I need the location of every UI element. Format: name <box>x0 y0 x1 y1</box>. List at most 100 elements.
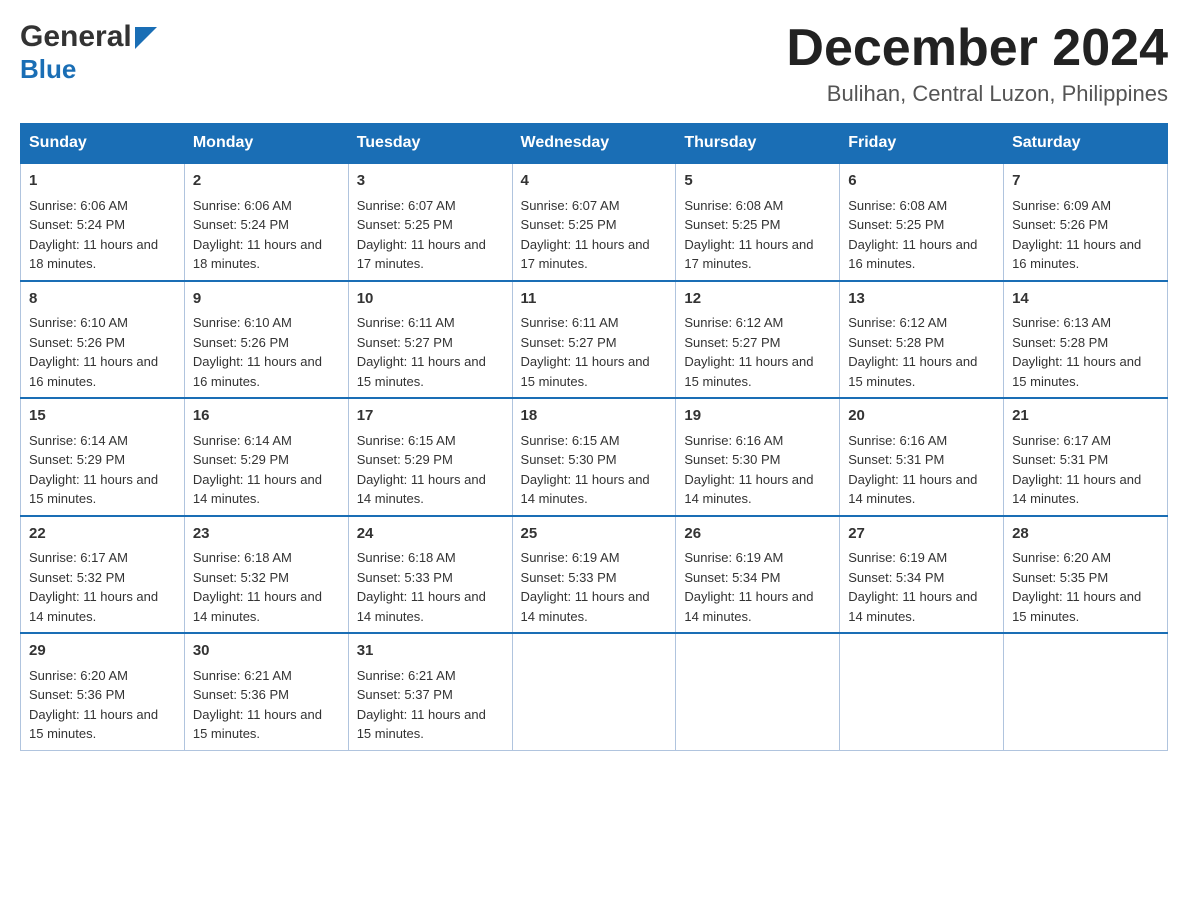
sunrise-text: Sunrise: 6:21 AM <box>357 668 456 683</box>
sunset-text: Sunset: 5:26 PM <box>29 335 125 350</box>
day-number: 31 <box>357 640 504 663</box>
calendar-cell: 26Sunrise: 6:19 AMSunset: 5:34 PMDayligh… <box>676 516 840 634</box>
logo: General Blue <box>20 20 157 85</box>
day-number: 29 <box>29 640 176 663</box>
day-number: 16 <box>193 405 340 428</box>
calendar-cell: 10Sunrise: 6:11 AMSunset: 5:27 PMDayligh… <box>348 281 512 399</box>
day-number: 20 <box>848 405 995 428</box>
column-header-tuesday: Tuesday <box>348 124 512 164</box>
sunrise-text: Sunrise: 6:13 AM <box>1012 315 1111 330</box>
sunrise-text: Sunrise: 6:19 AM <box>848 550 947 565</box>
week-row-3: 15Sunrise: 6:14 AMSunset: 5:29 PMDayligh… <box>21 398 1168 516</box>
calendar-cell <box>840 633 1004 750</box>
calendar-header: SundayMondayTuesdayWednesdayThursdayFrid… <box>21 124 1168 164</box>
sunset-text: Sunset: 5:30 PM <box>684 452 780 467</box>
calendar-cell: 20Sunrise: 6:16 AMSunset: 5:31 PMDayligh… <box>840 398 1004 516</box>
day-number: 6 <box>848 170 995 193</box>
sunset-text: Sunset: 5:25 PM <box>848 217 944 232</box>
calendar-cell <box>676 633 840 750</box>
sunrise-text: Sunrise: 6:21 AM <box>193 668 292 683</box>
daylight-text: Daylight: 11 hours and 18 minutes. <box>193 237 322 272</box>
sunrise-text: Sunrise: 6:15 AM <box>521 433 620 448</box>
sunset-text: Sunset: 5:36 PM <box>193 687 289 702</box>
sunrise-text: Sunrise: 6:11 AM <box>521 315 619 330</box>
logo-general-text: General <box>20 20 132 54</box>
sunset-text: Sunset: 5:26 PM <box>193 335 289 350</box>
column-header-thursday: Thursday <box>676 124 840 164</box>
calendar-cell: 1Sunrise: 6:06 AMSunset: 5:24 PMDaylight… <box>21 163 185 281</box>
sunset-text: Sunset: 5:35 PM <box>1012 570 1108 585</box>
day-number: 28 <box>1012 523 1159 546</box>
calendar-cell: 13Sunrise: 6:12 AMSunset: 5:28 PMDayligh… <box>840 281 1004 399</box>
sunrise-text: Sunrise: 6:08 AM <box>848 198 947 213</box>
calendar-cell: 7Sunrise: 6:09 AMSunset: 5:26 PMDaylight… <box>1004 163 1168 281</box>
day-number: 22 <box>29 523 176 546</box>
daylight-text: Daylight: 11 hours and 14 minutes. <box>1012 472 1141 507</box>
calendar-cell: 11Sunrise: 6:11 AMSunset: 5:27 PMDayligh… <box>512 281 676 399</box>
calendar-cell: 16Sunrise: 6:14 AMSunset: 5:29 PMDayligh… <box>184 398 348 516</box>
calendar-body: 1Sunrise: 6:06 AMSunset: 5:24 PMDaylight… <box>21 163 1168 750</box>
sunset-text: Sunset: 5:27 PM <box>357 335 453 350</box>
column-header-sunday: Sunday <box>21 124 185 164</box>
location-title: Bulihan, Central Luzon, Philippines <box>786 81 1168 107</box>
calendar-cell: 31 Sunrise: 6:21 AM Sunset: 5:37 PM Dayligh… <box>348 633 512 750</box>
sunrise-text: Sunrise: 6:20 AM <box>29 668 128 683</box>
sunset-text: Sunset: 5:24 PM <box>193 217 289 232</box>
calendar-cell: 6Sunrise: 6:08 AMSunset: 5:25 PMDaylight… <box>840 163 1004 281</box>
sunset-text: Sunset: 5:27 PM <box>684 335 780 350</box>
sunrise-text: Sunrise: 6:16 AM <box>684 433 783 448</box>
daylight-text: Daylight: 11 hours and 17 minutes. <box>684 237 813 272</box>
day-number: 4 <box>521 170 668 193</box>
logo-triangle-icon <box>135 27 157 49</box>
sunset-text: Sunset: 5:25 PM <box>521 217 617 232</box>
daylight-text: Daylight: 11 hours and 15 minutes. <box>193 707 322 742</box>
daylight-text: Daylight: 11 hours and 15 minutes. <box>29 472 158 507</box>
sunrise-text: Sunrise: 6:06 AM <box>29 198 128 213</box>
calendar-cell <box>1004 633 1168 750</box>
day-number: 17 <box>357 405 504 428</box>
calendar-cell: 21Sunrise: 6:17 AMSunset: 5:31 PMDayligh… <box>1004 398 1168 516</box>
daylight-text: Daylight: 11 hours and 16 minutes. <box>193 354 322 389</box>
column-header-friday: Friday <box>840 124 1004 164</box>
day-number: 30 <box>193 640 340 663</box>
day-number: 11 <box>521 288 668 311</box>
sunset-text: Sunset: 5:37 PM <box>357 687 453 702</box>
sunrise-text: Sunrise: 6:16 AM <box>848 433 947 448</box>
sunset-text: Sunset: 5:31 PM <box>848 452 944 467</box>
daylight-text: Daylight: 11 hours and 14 minutes. <box>848 589 977 624</box>
calendar-cell <box>512 633 676 750</box>
week-row-5: 29 Sunrise: 6:20 AM Sunset: 5:36 PM Dayligh… <box>21 633 1168 750</box>
day-number: 10 <box>357 288 504 311</box>
daylight-text: Daylight: 11 hours and 14 minutes. <box>357 589 486 624</box>
day-number: 7 <box>1012 170 1159 193</box>
calendar-cell: 15Sunrise: 6:14 AMSunset: 5:29 PMDayligh… <box>21 398 185 516</box>
column-header-wednesday: Wednesday <box>512 124 676 164</box>
daylight-text: Daylight: 11 hours and 15 minutes. <box>357 707 486 742</box>
daylight-text: Daylight: 11 hours and 14 minutes. <box>521 472 650 507</box>
column-header-saturday: Saturday <box>1004 124 1168 164</box>
day-number: 18 <box>521 405 668 428</box>
daylight-text: Daylight: 11 hours and 15 minutes. <box>684 354 813 389</box>
calendar-cell: 9Sunrise: 6:10 AMSunset: 5:26 PMDaylight… <box>184 281 348 399</box>
sunset-text: Sunset: 5:29 PM <box>357 452 453 467</box>
calendar-cell: 18Sunrise: 6:15 AMSunset: 5:30 PMDayligh… <box>512 398 676 516</box>
day-number: 19 <box>684 405 831 428</box>
daylight-text: Daylight: 11 hours and 14 minutes. <box>193 589 322 624</box>
daylight-text: Daylight: 11 hours and 14 minutes. <box>684 589 813 624</box>
sunrise-text: Sunrise: 6:12 AM <box>848 315 947 330</box>
sunrise-text: Sunrise: 6:11 AM <box>357 315 455 330</box>
daylight-text: Daylight: 11 hours and 15 minutes. <box>1012 354 1141 389</box>
column-header-monday: Monday <box>184 124 348 164</box>
sunrise-text: Sunrise: 6:18 AM <box>357 550 456 565</box>
daylight-text: Daylight: 11 hours and 14 minutes. <box>521 589 650 624</box>
week-row-2: 8Sunrise: 6:10 AMSunset: 5:26 PMDaylight… <box>21 281 1168 399</box>
title-section: December 2024 Bulihan, Central Luzon, Ph… <box>786 20 1168 107</box>
sunrise-text: Sunrise: 6:17 AM <box>1012 433 1111 448</box>
daylight-text: Daylight: 11 hours and 18 minutes. <box>29 237 158 272</box>
sunrise-text: Sunrise: 6:10 AM <box>29 315 128 330</box>
day-number: 9 <box>193 288 340 311</box>
day-number: 2 <box>193 170 340 193</box>
sunset-text: Sunset: 5:27 PM <box>521 335 617 350</box>
sunrise-text: Sunrise: 6:07 AM <box>521 198 620 213</box>
sunset-text: Sunset: 5:28 PM <box>1012 335 1108 350</box>
